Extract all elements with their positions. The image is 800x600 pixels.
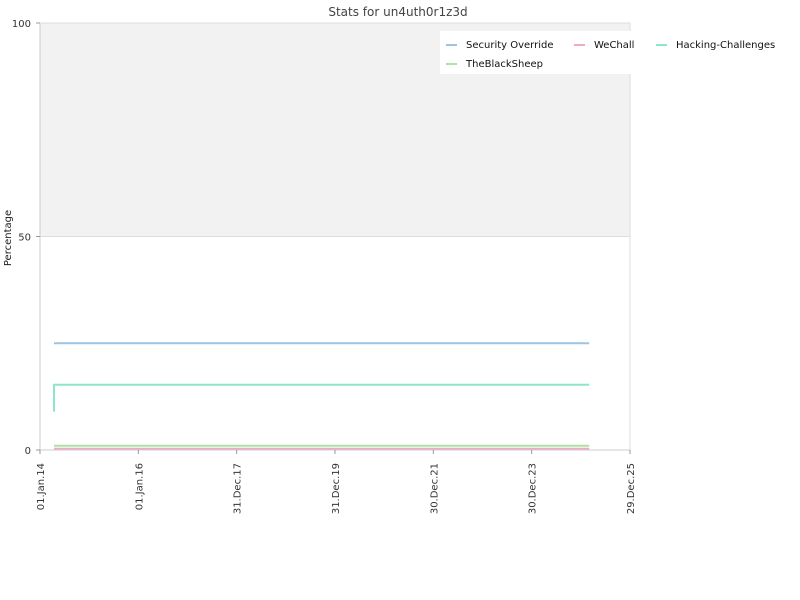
x-tick-label: 01.Jan.14 bbox=[36, 463, 47, 510]
y-tick-label: 50 bbox=[18, 233, 31, 244]
y-tick-label: 100 bbox=[12, 19, 31, 30]
x-tick-label: 29.Dec.25 bbox=[626, 463, 637, 514]
y-axis-label: Percentage bbox=[3, 210, 14, 266]
legend-label-0: Security Override bbox=[466, 40, 554, 51]
x-tick-label: 30.Dec.23 bbox=[528, 463, 539, 514]
chart: 0 50 100 01.Jan.14 01.Jan.16 31.Dec.17 31.Dec.… bbox=[3, 5, 775, 514]
x-tick-label: 31.Dec.17 bbox=[233, 463, 244, 514]
legend-label-1: WeChall bbox=[594, 40, 634, 51]
chart-title: Stats for un4uth0r1z3d bbox=[328, 5, 467, 19]
legend-label-2: Hacking-Challenges bbox=[676, 40, 775, 51]
legend: Security Override WeChall Hacking-Challeng… bbox=[440, 31, 775, 74]
y-tick-label: 0 bbox=[25, 446, 31, 457]
x-tick-label: 01.Jan.16 bbox=[134, 463, 145, 510]
x-tick-label: 31.Dec.19 bbox=[331, 463, 342, 514]
x-tick-label: 30.Dec.21 bbox=[429, 463, 440, 514]
legend-label-3: TheBlackSheep bbox=[465, 59, 543, 70]
